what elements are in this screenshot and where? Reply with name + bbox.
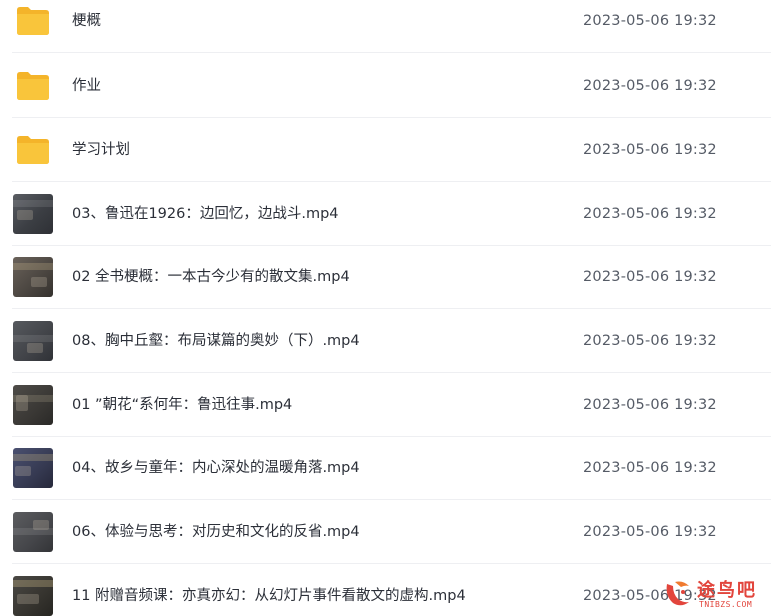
file-modified-date: 2023-05-06 19:32	[583, 78, 717, 94]
file-modified-date: 2023-05-06 19:32	[583, 524, 717, 540]
file-row-folder[interactable]: 学习计划 2023-05-06 19:32	[0, 118, 771, 182]
file-name[interactable]: 04、故乡与童年：内心深处的温暖角落.mp4	[72, 436, 360, 500]
file-modified-date: 2023-05-06 19:32	[583, 206, 717, 222]
file-name[interactable]: 01 ”朝花“系何年：鲁迅往事.mp4	[72, 373, 292, 437]
file-name[interactable]: 梗概	[72, 0, 101, 53]
video-thumbnail	[13, 257, 53, 297]
file-row-video[interactable]: 11 附赠音频课：亦真亦幻：从幻灯片事件看散文的虚构.mp4 2023-05-0…	[0, 564, 771, 616]
file-row-folder[interactable]: 梗概 2023-05-06 19:32	[0, 0, 771, 53]
file-name[interactable]: 06、体验与思考：对历史和文化的反省.mp4	[72, 500, 360, 564]
video-thumbnail	[13, 576, 53, 616]
watermark: 途鸟吧 TNIBZS.COM	[661, 574, 765, 614]
video-thumbnail	[13, 194, 53, 234]
file-row-video[interactable]: 01 ”朝花“系何年：鲁迅往事.mp4 2023-05-06 19:32	[0, 373, 771, 437]
video-thumbnail	[13, 321, 53, 361]
folder-icon	[13, 130, 53, 170]
video-thumbnail	[13, 385, 53, 425]
file-modified-date: 2023-05-06 19:32	[583, 269, 717, 285]
file-name[interactable]: 11 附赠音频课：亦真亦幻：从幻灯片事件看散文的虚构.mp4	[72, 564, 466, 616]
row-divider	[12, 52, 771, 53]
video-thumbnail	[13, 448, 53, 488]
watermark-text: 途鸟吧	[697, 580, 757, 601]
file-name[interactable]: 作业	[72, 54, 101, 118]
file-name[interactable]: 02 全书梗概：一本古今少有的散文集.mp4	[72, 245, 350, 309]
file-row-video[interactable]: 06、体验与思考：对历史和文化的反省.mp4 2023-05-06 19:32	[0, 500, 771, 564]
file-name[interactable]: 03、鲁迅在1926：边回忆，边战斗.mp4	[72, 182, 339, 246]
file-row-video[interactable]: 08、胸中丘壑：布局谋篇的奥妙（下）.mp4 2023-05-06 19:32	[0, 309, 771, 373]
bird-logo-icon	[661, 576, 695, 610]
file-modified-date: 2023-05-06 19:32	[583, 142, 717, 158]
watermark-url: TNIBZS.COM	[699, 600, 753, 609]
folder-icon	[13, 66, 53, 106]
file-name[interactable]: 学习计划	[72, 118, 130, 182]
video-thumbnail	[13, 512, 53, 552]
file-modified-date: 2023-05-06 19:32	[583, 333, 717, 349]
file-name[interactable]: 08、胸中丘壑：布局谋篇的奥妙（下）.mp4	[72, 309, 360, 373]
file-row-video[interactable]: 04、故乡与童年：内心深处的温暖角落.mp4 2023-05-06 19:32	[0, 436, 771, 500]
file-row-video[interactable]: 03、鲁迅在1926：边回忆，边战斗.mp4 2023-05-06 19:32	[0, 182, 771, 246]
file-modified-date: 2023-05-06 19:32	[583, 460, 717, 476]
file-modified-date: 2023-05-06 19:32	[583, 13, 717, 29]
file-row-video[interactable]: 02 全书梗概：一本古今少有的散文集.mp4 2023-05-06 19:32	[0, 245, 771, 309]
folder-icon	[13, 1, 53, 41]
file-row-folder[interactable]: 作业 2023-05-06 19:32	[0, 54, 771, 118]
file-modified-date: 2023-05-06 19:32	[583, 397, 717, 413]
